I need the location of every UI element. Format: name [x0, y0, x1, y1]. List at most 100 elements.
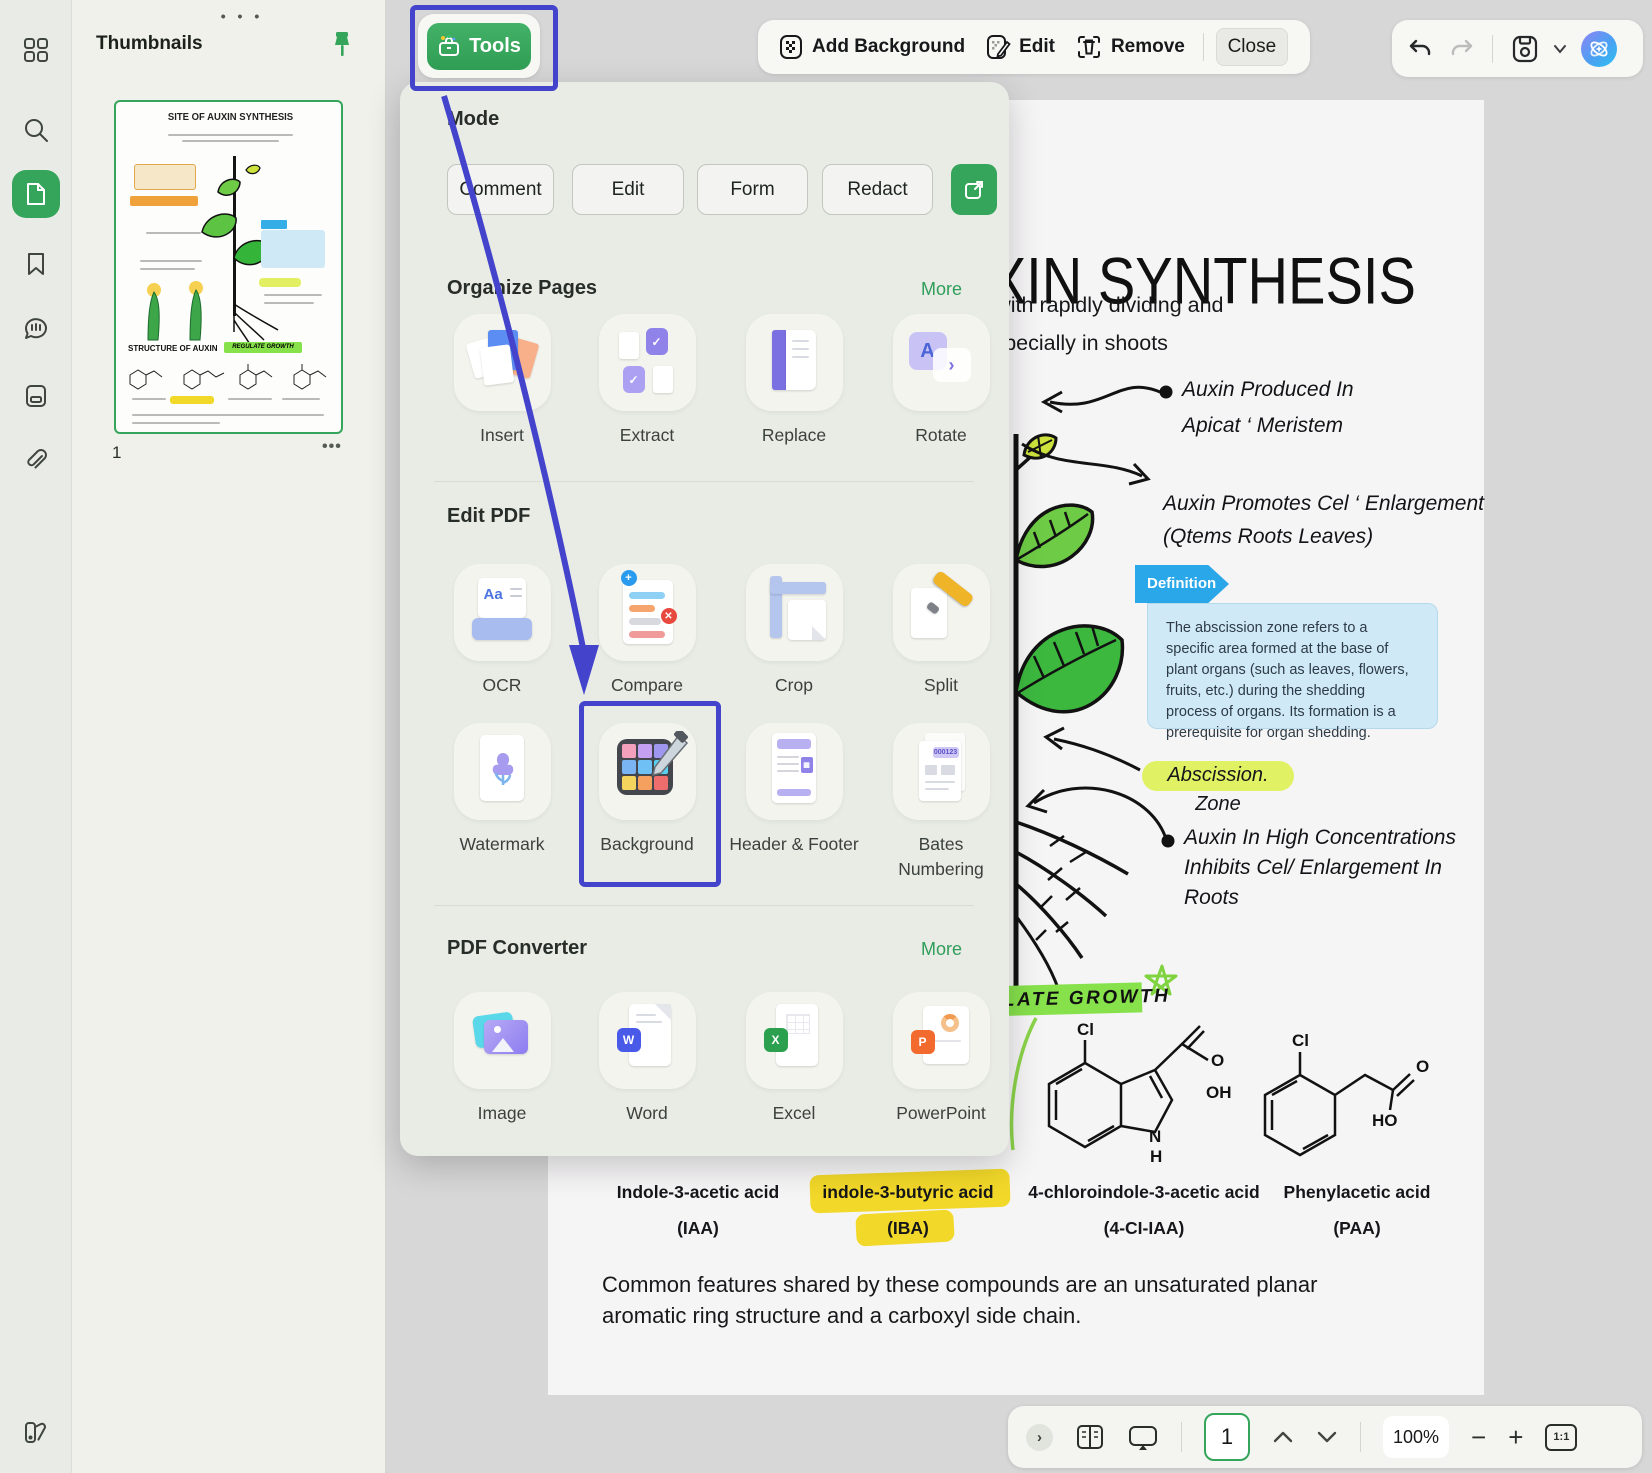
converter-section-title: PDF Converter: [447, 937, 587, 960]
insert-icon: [454, 314, 551, 411]
tool-label: Excel: [729, 1101, 859, 1126]
expand-chevron-button[interactable]: ›: [1026, 1424, 1053, 1451]
tool-ocr[interactable]: Aa OCR: [437, 564, 567, 698]
thumb-page-number: 1: [112, 443, 121, 463]
zoom-in-button[interactable]: +: [1508, 1422, 1523, 1453]
redo-icon[interactable]: [1448, 37, 1474, 61]
save-icon[interactable]: [1511, 34, 1539, 64]
zoom-out-button[interactable]: −: [1471, 1422, 1486, 1453]
left-icon-rail: [0, 0, 72, 1473]
tool-label: Crop: [729, 673, 859, 698]
tool-label: Rotate: [876, 423, 1006, 448]
close-button[interactable]: Close: [1216, 28, 1288, 66]
annotation-produced-1: Auxin Produced In: [1182, 378, 1354, 402]
tool-label: Header & Footer: [729, 832, 859, 857]
mode-redact-button[interactable]: Redact: [822, 164, 933, 215]
tool-replace[interactable]: Replace: [729, 314, 859, 448]
add-background-button[interactable]: Add Background: [772, 34, 971, 60]
tools-highlight-box: [410, 5, 558, 91]
tool-rotate[interactable]: A › Rotate: [876, 314, 1006, 448]
tool-label: Replace: [729, 423, 859, 448]
annotation-promotes-2: (Qtems Roots Leaves): [1163, 525, 1373, 549]
page-thumbnail-1[interactable]: SITE OF AUXIN SYNTHESIS: [114, 100, 343, 434]
section-divider: [434, 905, 974, 906]
remove-label: Remove: [1111, 36, 1185, 58]
tool-split[interactable]: Split: [876, 564, 1006, 698]
presentation-mode-icon[interactable]: [1127, 1423, 1159, 1451]
edit-background-button[interactable]: Edit: [979, 34, 1061, 60]
ocr-icon: Aa: [454, 564, 551, 661]
thumbnails-tab-icon[interactable]: [12, 170, 60, 218]
organize-section-title: Organize Pages: [447, 277, 597, 300]
tool-compare[interactable]: + ✕ Compare: [582, 564, 712, 698]
toolbar-divider: [1203, 33, 1204, 61]
word-convert-icon: W: [599, 992, 696, 1089]
powerpoint-convert-icon: P: [893, 992, 990, 1089]
bookmark-icon[interactable]: [12, 240, 60, 288]
image-convert-icon: [454, 992, 551, 1089]
attachment-icon[interactable]: [12, 438, 60, 486]
page-layout-icon[interactable]: [1075, 1423, 1105, 1451]
mode-section-title: Mode: [447, 108, 499, 131]
tool-label: Watermark: [437, 832, 567, 857]
bottom-status-bar: › 1 100% − + 1:1: [1008, 1406, 1642, 1468]
tool-crop[interactable]: Crop: [729, 564, 859, 698]
annotation-high-1: Auxin In High Concentrations: [1184, 826, 1456, 850]
tool-label: Bates Numbering: [876, 832, 1006, 883]
app-window: SITE OF AUXIN SYNTHESIS Biosynthesis of …: [0, 0, 1652, 1473]
tool-label: Extract: [582, 423, 712, 448]
next-page-icon[interactable]: [1316, 1430, 1338, 1444]
background-toolbar: Add Background Edit Remove Close: [758, 20, 1310, 74]
previous-page-icon[interactable]: [1272, 1430, 1294, 1444]
tool-to-image[interactable]: Image: [437, 992, 567, 1126]
tool-bates-numbering[interactable]: 000123 Bates Numbering: [876, 723, 1006, 883]
external-link-icon: [963, 179, 985, 201]
mode-comment-button[interactable]: Comment: [447, 164, 554, 215]
section-divider: [434, 481, 974, 482]
tool-header-footer[interactable]: ▦ Header & Footer: [729, 723, 859, 857]
tool-to-excel[interactable]: X Excel: [729, 992, 859, 1126]
tool-to-powerpoint[interactable]: P PowerPoint: [876, 992, 1006, 1126]
search-icon[interactable]: [12, 106, 60, 154]
add-background-label: Add Background: [812, 36, 965, 58]
tool-watermark[interactable]: Watermark: [437, 723, 567, 857]
tool-extract[interactable]: ✓ ✓ Extract: [582, 314, 712, 448]
split-icon: [893, 564, 990, 661]
tool-label: Split: [876, 673, 1006, 698]
doc-footer-text: Common features shared by these compound…: [602, 1270, 1402, 1332]
converter-more-link[interactable]: More: [898, 939, 962, 960]
tool-label: PowerPoint: [876, 1101, 1006, 1126]
mode-form-button[interactable]: Form: [697, 164, 808, 215]
panel-drag-handle[interactable]: • • •: [212, 8, 272, 24]
edit-label: Edit: [1019, 36, 1055, 58]
actual-size-button[interactable]: 1:1: [1545, 1424, 1577, 1451]
ai-assistant-icon[interactable]: [1581, 31, 1617, 67]
tool-insert[interactable]: Insert: [437, 314, 567, 448]
compound-abbr: (IBA): [778, 1218, 1038, 1239]
remove-background-button[interactable]: Remove: [1069, 34, 1191, 60]
save-chevron-down-icon[interactable]: [1553, 44, 1567, 54]
tool-label: OCR: [437, 673, 567, 698]
mode-edit-button[interactable]: Edit: [572, 164, 684, 215]
color-swatches-icon[interactable]: [12, 1408, 60, 1456]
page-number-input[interactable]: 1: [1204, 1413, 1250, 1461]
organize-more-link[interactable]: More: [898, 279, 962, 300]
panel-title: Thumbnails: [96, 33, 203, 55]
statusbar-divider: [1181, 1422, 1182, 1452]
annotation-high-3: Roots: [1184, 886, 1239, 910]
apps-grid-icon[interactable]: [12, 26, 60, 74]
annotation-produced-2: Apicat ‘ Meristem: [1182, 414, 1343, 438]
zoom-level-input[interactable]: 100%: [1383, 1416, 1449, 1458]
page-field-icon[interactable]: [12, 372, 60, 420]
comment-icon[interactable]: [12, 306, 60, 354]
statusbar-divider: [1360, 1422, 1361, 1452]
pin-icon[interactable]: [330, 30, 354, 60]
thumb-title: SITE OF AUXIN SYNTHESIS: [122, 112, 340, 124]
abscission-zone-label: Abscission. Zone: [1142, 761, 1294, 791]
undo-icon[interactable]: [1408, 37, 1434, 61]
edit-pdf-section-title: Edit PDF: [447, 505, 530, 528]
annotation-promotes-1: Auxin Promotes Cel ‘ Enlargement: [1163, 492, 1484, 516]
tool-to-word[interactable]: W Word: [582, 992, 712, 1126]
thumb-overflow-menu[interactable]: •••: [322, 438, 342, 456]
open-in-new-window-button[interactable]: [951, 164, 997, 215]
